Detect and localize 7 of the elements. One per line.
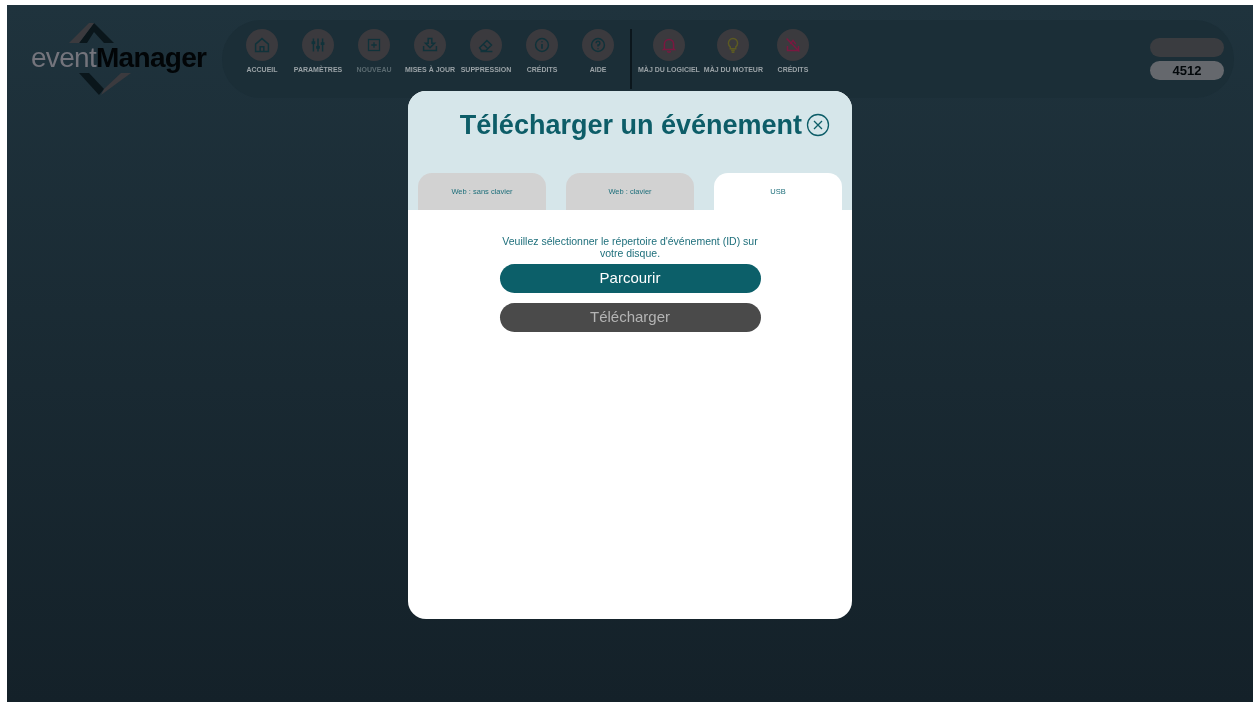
logo-text: eventManager — [31, 43, 207, 73]
download-button[interactable]: Télécharger — [499, 303, 761, 332]
browse-button[interactable]: Parcourir — [499, 264, 761, 293]
close-icon[interactable] — [806, 113, 830, 138]
user-code: 4512 — [1150, 61, 1224, 80]
instruction-text: Veuillez sélectionner le répertoire d'événement (ID) sur votre disque. — [501, 235, 759, 259]
dialog-title: Télécharger un événement — [459, 109, 802, 142]
